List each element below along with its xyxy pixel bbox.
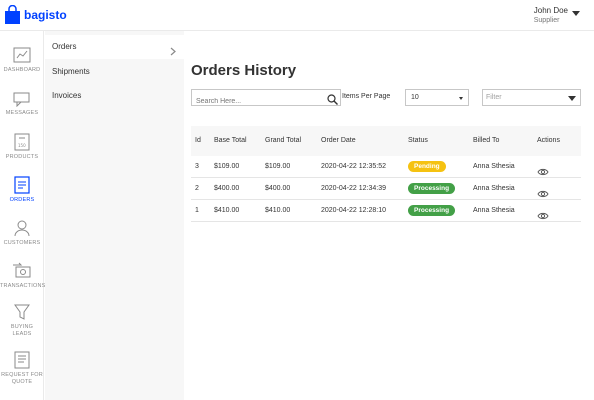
nav-label: Messages	[5, 110, 39, 116]
table-row: 1 $410.00 $410.00 2020-04-22 12:28:10 Pr…	[191, 200, 581, 222]
brand-name: bagisto	[24, 7, 67, 22]
nav-label: Buying	[10, 324, 34, 330]
caret-down-icon	[459, 97, 463, 100]
filter-select[interactable]: Filter	[482, 89, 581, 106]
page-title: Orders History	[191, 62, 297, 79]
cell-order-date: 2020-04-22 12:28:10	[321, 207, 386, 214]
nav-label: Dashboard	[3, 67, 41, 73]
nav-label: Products	[5, 154, 39, 160]
cell-grand-total: $109.00	[265, 163, 291, 170]
search-input[interactable]	[192, 94, 328, 109]
subnav-item-orders[interactable]: Orders	[52, 42, 76, 51]
items-per-page-label: Items Per Page	[342, 93, 391, 100]
caret-down-icon	[568, 96, 576, 101]
search-icon[interactable]	[327, 92, 338, 110]
nav-request-quote[interactable]: Request For Quote	[0, 351, 44, 386]
svg-text:150: 150	[18, 143, 26, 148]
cell-billed-to: Anna Sthesia	[473, 185, 515, 192]
items-per-page-value: 10	[411, 94, 419, 101]
request-quote-icon	[0, 351, 44, 369]
nav-messages[interactable]: Messages	[0, 91, 44, 117]
cell-id: 2	[195, 185, 199, 192]
cell-grand-total: $410.00	[265, 207, 291, 214]
user-menu[interactable]: John Doe Supplier	[534, 6, 568, 25]
products-icon: 150	[0, 133, 44, 151]
nav-products[interactable]: 150 Products	[0, 133, 44, 161]
table-header: Id Base Total Grand Total Order Date Sta…	[191, 126, 581, 156]
nav-label-line2: Leads	[12, 331, 32, 337]
top-header: bagisto John Doe Supplier	[0, 0, 594, 31]
cell-id: 1	[195, 207, 199, 214]
status-badge: Pending	[408, 161, 446, 172]
col-id[interactable]: Id	[195, 137, 201, 144]
transactions-icon	[0, 262, 44, 280]
status-badge: Processing	[408, 205, 456, 216]
cell-order-date: 2020-04-22 12:34:39	[321, 185, 386, 192]
buying-leads-icon	[0, 303, 44, 321]
subnav-item-invoices[interactable]: Invoices	[52, 91, 81, 100]
col-base-total[interactable]: Base Total	[214, 137, 247, 144]
nav-dashboard[interactable]: Dashboard	[0, 46, 44, 74]
nav-label: Transactions	[0, 283, 46, 289]
user-role: Supplier	[533, 17, 560, 24]
nav-label: Orders	[9, 197, 35, 203]
table-row: 2 $400.00 $400.00 2020-04-22 12:34:39 Pr…	[191, 178, 581, 200]
table-row: 3 $109.00 $109.00 2020-04-22 12:35:52 Pe…	[191, 156, 581, 178]
main-content: Orders History Items Per Page 10 Filter …	[184, 31, 594, 400]
user-name: John Doe	[533, 6, 568, 15]
col-grand-total[interactable]: Grand Total	[265, 137, 301, 144]
cell-billed-to: Anna Sthesia	[473, 163, 515, 170]
nav-label-line2: Quote	[11, 379, 33, 385]
cell-order-date: 2020-04-22 12:35:52	[321, 163, 386, 170]
caret-down-icon[interactable]	[572, 11, 580, 16]
nav-label: Customers	[3, 240, 41, 246]
col-billed-to[interactable]: Billed To	[473, 137, 499, 144]
status-badge: Processing	[408, 183, 456, 194]
nav-customers[interactable]: Customers	[0, 219, 44, 247]
orders-icon	[0, 176, 44, 194]
cell-id: 3	[195, 163, 199, 170]
nav-label: Request For	[1, 372, 43, 378]
nav-transactions[interactable]: Transactions	[0, 262, 46, 290]
cell-grand-total: $400.00	[265, 185, 291, 192]
cell-billed-to: Anna Sthesia	[473, 207, 515, 214]
nav-orders[interactable]: Orders	[0, 176, 44, 204]
col-actions: Actions	[537, 137, 560, 144]
col-status[interactable]: Status	[408, 137, 428, 144]
subnav-item-shipments[interactable]: Shipments	[52, 67, 90, 76]
view-eye-icon[interactable]	[537, 207, 549, 225]
search-box	[191, 89, 341, 109]
brand-logo[interactable]: bagisto	[5, 4, 67, 24]
icon-sidebar: Dashboard Messages 150 Products Orders C…	[0, 31, 46, 400]
items-per-page-select[interactable]: 10	[405, 89, 469, 106]
messages-icon	[0, 91, 44, 107]
cell-base-total: $410.00	[214, 207, 240, 214]
cell-base-total: $109.00	[214, 163, 240, 170]
shopping-bag-icon	[5, 4, 20, 24]
sub-sidebar: Orders Shipments Invoices	[45, 31, 184, 400]
dashboard-icon	[0, 46, 44, 64]
customers-icon	[0, 219, 44, 237]
chevron-right-icon	[170, 43, 176, 61]
cell-base-total: $400.00	[214, 185, 240, 192]
col-order-date[interactable]: Order Date	[321, 137, 356, 144]
filter-placeholder: Filter	[486, 94, 502, 101]
orders-table: Id Base Total Grand Total Order Date Sta…	[191, 126, 581, 222]
nav-buying-leads[interactable]: Buying Leads	[0, 303, 44, 338]
